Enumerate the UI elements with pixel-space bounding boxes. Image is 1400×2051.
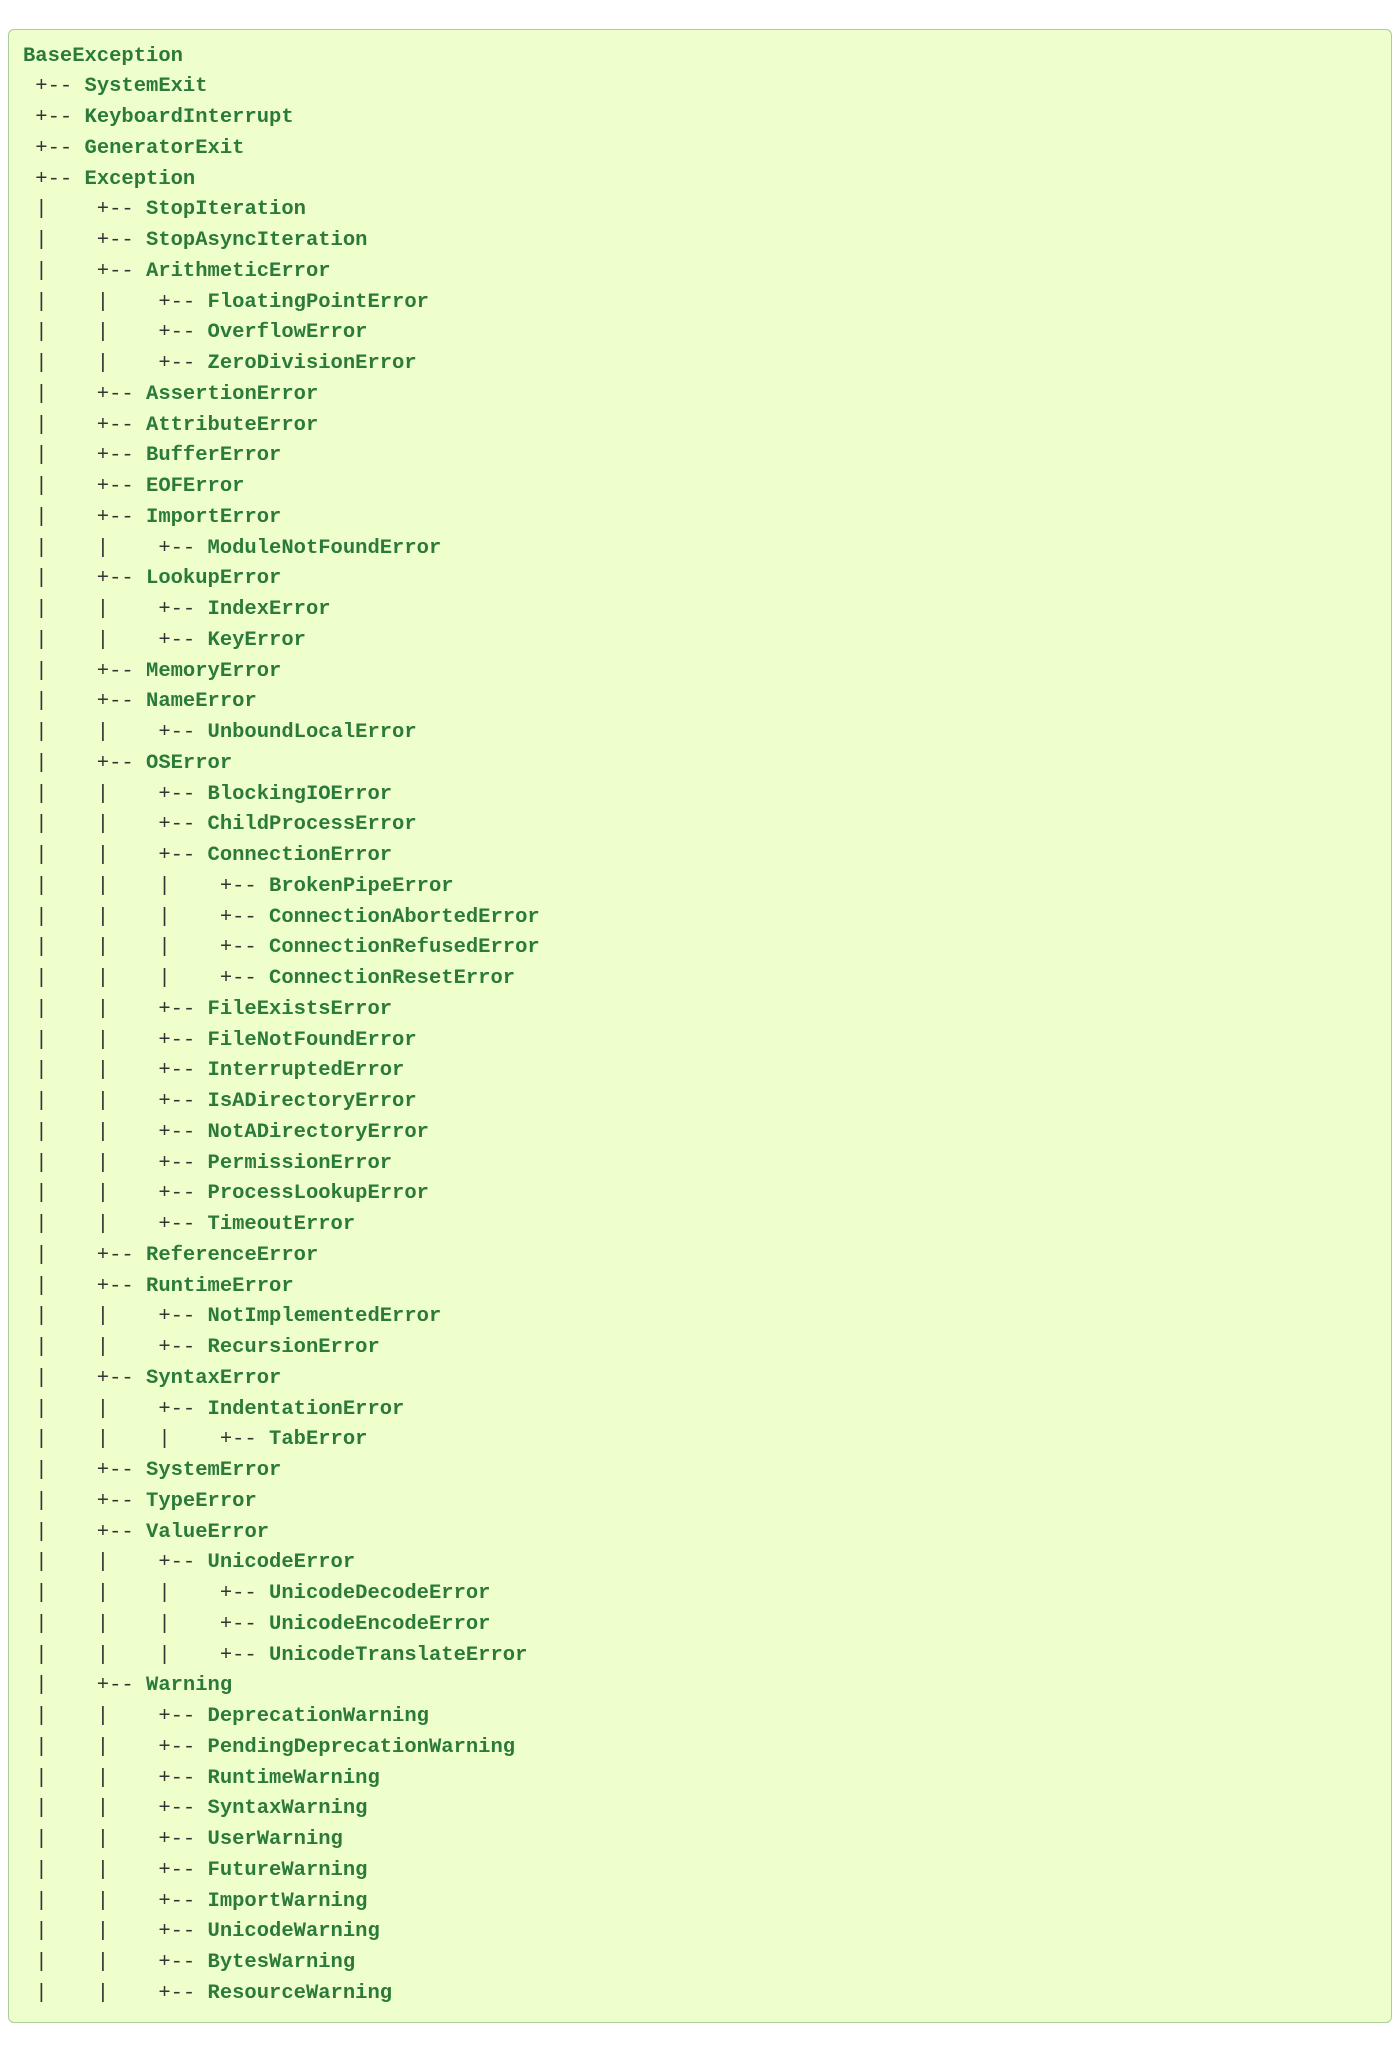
tree-node: StopIteration: [146, 198, 306, 221]
tree-node: UnboundLocalError: [208, 721, 417, 744]
tree-node: ReferenceError: [146, 1244, 318, 1267]
tree-node: ImportWarning: [208, 1890, 368, 1913]
tree-node: ArithmeticError: [146, 260, 331, 283]
tree-node: KeyError: [208, 629, 306, 652]
tree-node: ProcessLookupError: [208, 1182, 429, 1205]
tree-node: NameError: [146, 690, 257, 713]
tree-node: IndexError: [208, 598, 331, 621]
tree-node: OverflowError: [208, 321, 368, 344]
tree-node: PendingDeprecationWarning: [208, 1736, 516, 1759]
tree-node: UnicodeWarning: [208, 1920, 380, 1943]
tree-node: BytesWarning: [208, 1951, 356, 1974]
tree-node: Warning: [146, 1674, 232, 1697]
tree-node: UnicodeEncodeError: [269, 1613, 490, 1636]
tree-node: TimeoutError: [208, 1213, 356, 1236]
tree-node: ConnectionError: [208, 844, 393, 867]
tree-node: FileExistsError: [208, 998, 393, 1021]
tree-node: ResourceWarning: [208, 1982, 393, 2005]
tree-node: FloatingPointError: [208, 291, 429, 314]
tree-node: SystemError: [146, 1459, 281, 1482]
tree-node: UnicodeTranslateError: [269, 1644, 527, 1667]
tree-node: InterruptedError: [208, 1059, 405, 1082]
tree-node: RuntimeWarning: [208, 1767, 380, 1790]
tree-node: UnicodeDecodeError: [269, 1582, 490, 1605]
tree-node: ZeroDivisionError: [208, 352, 417, 375]
tree-node: RecursionError: [208, 1336, 380, 1359]
tree-node: AttributeError: [146, 414, 318, 437]
tree-node: KeyboardInterrupt: [85, 106, 294, 129]
tree-node: MemoryError: [146, 660, 281, 683]
exception-hierarchy-tree: BaseException +-- SystemExit +-- Keyboar…: [8, 29, 1392, 2023]
tree-node: SyntaxWarning: [208, 1797, 368, 1820]
tree-node: ConnectionAbortedError: [269, 906, 540, 929]
tree-node: IsADirectoryError: [208, 1090, 417, 1113]
tree-node: PermissionError: [208, 1152, 393, 1175]
tree-node: ImportError: [146, 506, 281, 529]
tree-node: TabError: [269, 1428, 367, 1451]
tree-node: FutureWarning: [208, 1859, 368, 1882]
tree-node: DeprecationWarning: [208, 1705, 429, 1728]
tree-node: ConnectionRefusedError: [269, 936, 540, 959]
tree-node: TypeError: [146, 1490, 257, 1513]
tree-node: IndentationError: [208, 1398, 405, 1421]
tree-node: FileNotFoundError: [208, 1029, 417, 1052]
tree-node: OSError: [146, 752, 232, 775]
tree-node: BlockingIOError: [208, 783, 393, 806]
tree-node: BaseException: [23, 45, 183, 68]
tree-node: RuntimeError: [146, 1275, 294, 1298]
tree-node: GeneratorExit: [85, 137, 245, 160]
tree-node: EOFError: [146, 475, 244, 498]
tree-node: NotImplementedError: [208, 1305, 442, 1328]
tree-node: AssertionError: [146, 383, 318, 406]
tree-node: SystemExit: [85, 75, 208, 98]
tree-node: ConnectionResetError: [269, 967, 515, 990]
tree-node: NotADirectoryError: [208, 1121, 429, 1144]
tree-node: BufferError: [146, 444, 281, 467]
tree-node: StopAsyncIteration: [146, 229, 367, 252]
tree-node: ChildProcessError: [208, 813, 417, 836]
tree-node: BrokenPipeError: [269, 875, 454, 898]
tree-node: UnicodeError: [208, 1551, 356, 1574]
tree-node: UserWarning: [208, 1828, 343, 1851]
tree-node: ValueError: [146, 1521, 269, 1544]
tree-node: Exception: [85, 168, 196, 191]
tree-node: SyntaxError: [146, 1367, 281, 1390]
tree-node: ModuleNotFoundError: [208, 537, 442, 560]
tree-node: LookupError: [146, 567, 281, 590]
